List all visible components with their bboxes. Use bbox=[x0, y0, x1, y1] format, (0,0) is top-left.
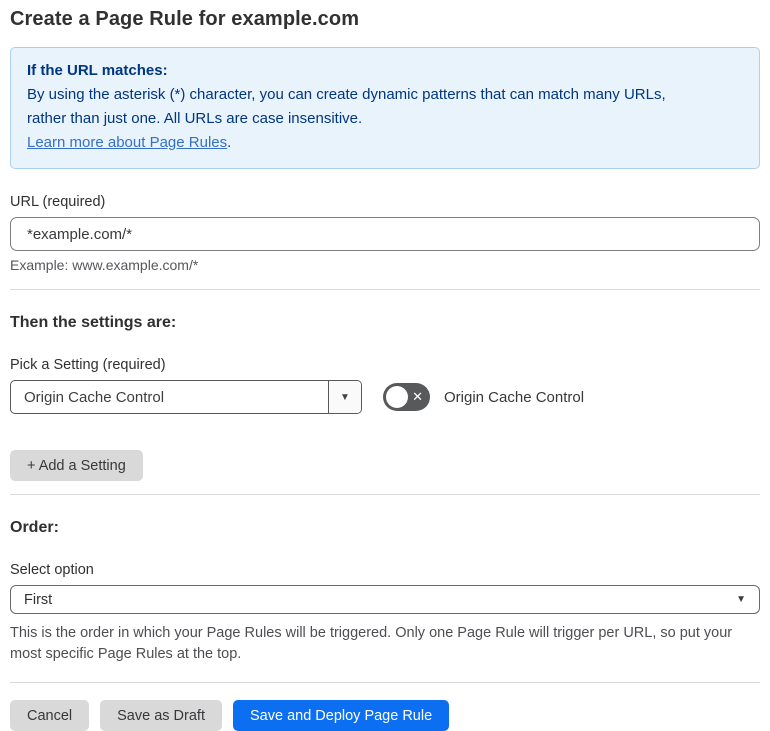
order-select-value: First bbox=[24, 591, 53, 608]
page-rule-form: Create a Page Rule for example.com If th… bbox=[0, 0, 770, 731]
info-box-body-line: By using the asterisk (*) character, you… bbox=[27, 86, 666, 103]
order-help-text: This is the order in which your Page Rul… bbox=[10, 625, 733, 662]
save-and-deploy-button[interactable]: Save and Deploy Page Rule bbox=[232, 700, 450, 731]
setting-select-value: Origin Cache Control bbox=[24, 388, 165, 406]
order-select-label: Select option bbox=[10, 562, 94, 578]
info-box-body-line: rather than just one. All URLs are case … bbox=[27, 110, 363, 127]
learn-more-link[interactable]: Learn more about Page Rules bbox=[27, 134, 227, 151]
url-match-info-box: If the URL matches: By using the asteris… bbox=[10, 47, 760, 169]
toggle-off-x-icon: ✕ bbox=[412, 389, 423, 405]
cancel-button[interactable]: Cancel bbox=[10, 700, 90, 731]
chevron-down-icon: ▼ bbox=[736, 594, 746, 605]
pick-setting-label: Pick a Setting (required) bbox=[10, 357, 166, 373]
footer-actions: Cancel Save as Draft Save and Deploy Pag… bbox=[10, 700, 760, 731]
origin-cache-control-toggle[interactable]: ✕ bbox=[383, 383, 430, 411]
setting-row: Origin Cache Control ▼ ✕ Origin Cache Co… bbox=[10, 380, 760, 414]
setting-select[interactable]: Origin Cache Control ▼ bbox=[10, 380, 362, 414]
setting-select-arrow-button[interactable]: ▼ bbox=[328, 381, 361, 413]
page-title: Create a Page Rule for example.com bbox=[10, 8, 360, 30]
order-section-heading: Order: bbox=[10, 519, 59, 536]
info-box-heading: If the URL matches: bbox=[27, 62, 168, 79]
order-select[interactable]: First ▼ bbox=[10, 585, 760, 614]
link-suffix: . bbox=[227, 134, 232, 151]
divider bbox=[10, 682, 760, 683]
url-input[interactable] bbox=[10, 217, 760, 251]
url-field-label: URL (required) bbox=[10, 194, 106, 210]
toggle-knob bbox=[386, 386, 408, 408]
divider bbox=[10, 289, 760, 290]
add-setting-button[interactable]: + Add a Setting bbox=[10, 450, 143, 481]
divider bbox=[10, 494, 760, 495]
save-as-draft-button[interactable]: Save as Draft bbox=[100, 700, 222, 731]
info-box-link-line: Learn more about Page Rules. bbox=[27, 131, 743, 155]
toggle-label: Origin Cache Control bbox=[444, 388, 585, 406]
chevron-down-icon: ▼ bbox=[340, 391, 350, 403]
settings-section-heading: Then the settings are: bbox=[10, 314, 177, 331]
url-example-text: Example: www.example.com/* bbox=[10, 257, 199, 273]
